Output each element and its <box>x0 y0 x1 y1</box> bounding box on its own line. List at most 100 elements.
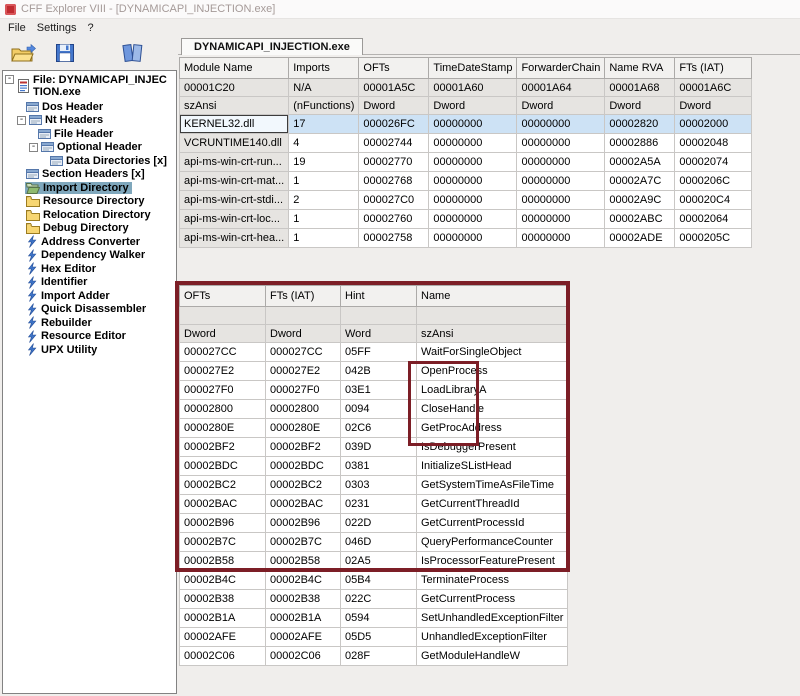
table-row-waitforsingleobject[interactable]: 000027CC000027CC05FFWaitForSingleObject <box>180 343 568 362</box>
cell[interactable]: 00000000 <box>517 229 605 248</box>
cell[interactable]: 17 <box>289 115 359 134</box>
tree-item-dependency-walker[interactable]: Dependency Walker <box>3 249 176 263</box>
cell[interactable]: 1 <box>289 229 359 248</box>
cell[interactable]: 00002B1A <box>266 609 341 628</box>
cell[interactable]: 00000000 <box>429 172 517 191</box>
cell[interactable]: 00000000 <box>517 153 605 172</box>
table-row-api-ms-win-crt-stdi[interactable]: api-ms-win-crt-stdi...2000027C0000000000… <box>180 191 752 210</box>
cell[interactable]: 000027F0 <box>266 381 341 400</box>
cell[interactable]: QueryPerformanceCounter <box>417 533 568 552</box>
cell[interactable]: 039D <box>341 438 417 457</box>
cell[interactable]: 00002BF2 <box>266 438 341 457</box>
cell[interactable]: LoadLibraryA <box>417 381 568 400</box>
cell[interactable]: GetCurrentProcess <box>417 590 568 609</box>
cell[interactable]: 042B <box>341 362 417 381</box>
tree-item-resource-directory[interactable]: Resource Directory <box>3 195 176 209</box>
cell[interactable]: 1 <box>289 172 359 191</box>
cell[interactable]: 00000000 <box>429 134 517 153</box>
cell[interactable]: 00002AFE <box>266 628 341 647</box>
tree-item-nt-headers[interactable]: -Nt Headers <box>3 114 176 128</box>
cell[interactable]: 02C6 <box>341 419 417 438</box>
cell[interactable]: 00000000 <box>429 191 517 210</box>
cell[interactable]: 00002768 <box>359 172 429 191</box>
cell[interactable]: 00002BC2 <box>266 476 341 495</box>
cell[interactable]: 00002BAC <box>266 495 341 514</box>
cell[interactable]: 00000000 <box>429 229 517 248</box>
cell[interactable]: 00002074 <box>675 153 752 172</box>
table-row-getmodulehandlew[interactable]: 00002C0600002C06028FGetModuleHandleW <box>180 647 568 666</box>
cell[interactable]: 05D5 <box>341 628 417 647</box>
cell[interactable]: UnhandledExceptionFilter <box>417 628 568 647</box>
cell[interactable]: 000026FC <box>359 115 429 134</box>
cell[interactable]: 022D <box>341 514 417 533</box>
cell[interactable]: api-ms-win-crt-run... <box>180 153 289 172</box>
table-row-vcruntime140-dll[interactable]: VCRUNTIME140.dll400002744000000000000000… <box>180 134 752 153</box>
table-row-getcurrentthreadid[interactable]: 00002BAC00002BAC0231GetCurrentThreadId <box>180 495 568 514</box>
cell[interactable]: 00002BDC <box>266 457 341 476</box>
cell[interactable]: GetModuleHandleW <box>417 647 568 666</box>
cell[interactable]: 000027CC <box>266 343 341 362</box>
cell[interactable]: 00000000 <box>429 153 517 172</box>
cell[interactable]: 03E1 <box>341 381 417 400</box>
tree-item-quick-disassembler[interactable]: Quick Disassembler <box>3 303 176 317</box>
table-row-closehandle[interactable]: 00002800000028000094CloseHandle <box>180 400 568 419</box>
table-row-api-ms-win-crt-run[interactable]: api-ms-win-crt-run...1900002770000000000… <box>180 153 752 172</box>
tree-item-identifier[interactable]: Identifier <box>3 276 176 290</box>
cell[interactable]: 000027E2 <box>266 362 341 381</box>
tree-item-upx-utility[interactable]: UPX Utility <box>3 343 176 357</box>
cell[interactable]: 00002B7C <box>266 533 341 552</box>
cell[interactable]: 00002064 <box>675 210 752 229</box>
cell[interactable]: 0000205C <box>675 229 752 248</box>
cell[interactable]: api-ms-win-crt-loc... <box>180 210 289 229</box>
table-row-getprocaddress[interactable]: 0000280E0000280E02C6GetProcAddress <box>180 419 568 438</box>
cell[interactable]: 00002ABC <box>605 210 675 229</box>
cell[interactable]: 0381 <box>341 457 417 476</box>
cell[interactable]: 00002B96 <box>266 514 341 533</box>
cell[interactable]: 000020C4 <box>675 191 752 210</box>
cell[interactable]: 0594 <box>341 609 417 628</box>
cell[interactable]: 19 <box>289 153 359 172</box>
cell[interactable]: 00002744 <box>359 134 429 153</box>
cell[interactable]: KERNEL32.dll <box>180 115 289 134</box>
cell[interactable]: 0000280E <box>180 419 266 438</box>
cell[interactable]: 0303 <box>341 476 417 495</box>
tree-item-file-header[interactable]: File Header <box>3 127 176 141</box>
cell[interactable]: 00002A9C <box>605 191 675 210</box>
cell[interactable]: api-ms-win-crt-stdi... <box>180 191 289 210</box>
cell[interactable]: OpenProcess <box>417 362 568 381</box>
cell[interactable]: GetProcAddress <box>417 419 568 438</box>
cell[interactable]: WaitForSingleObject <box>417 343 568 362</box>
tab-dynamicapi-injection-exe[interactable]: DYNAMICAPI_INJECTION.exe <box>181 38 363 55</box>
menu-settings[interactable]: Settings <box>37 22 77 34</box>
table-row-openprocess[interactable]: 000027E2000027E2042BOpenProcess <box>180 362 568 381</box>
tree-collapse-icon[interactable]: - <box>29 143 38 152</box>
table-row-api-ms-win-crt-mat[interactable]: api-ms-win-crt-mat...1000027680000000000… <box>180 172 752 191</box>
cell[interactable]: IsProcessorFeaturePresent <box>417 552 568 571</box>
cell[interactable]: 00002B4C <box>180 571 266 590</box>
cell[interactable]: 00002000 <box>675 115 752 134</box>
tree-item-dos-header[interactable]: Dos Header <box>3 100 176 114</box>
cell[interactable]: 00002B7C <box>180 533 266 552</box>
cell[interactable]: 05FF <box>341 343 417 362</box>
cell[interactable]: 05B4 <box>341 571 417 590</box>
menu-help[interactable]: ? <box>87 22 93 34</box>
tree-collapse-icon[interactable]: - <box>17 116 26 125</box>
cell[interactable]: 00002048 <box>675 134 752 153</box>
cell[interactable]: 00000000 <box>517 134 605 153</box>
cell[interactable]: 00002C06 <box>180 647 266 666</box>
cell[interactable]: 00002B38 <box>266 590 341 609</box>
cell[interactable]: SetUnhandledExceptionFilter <box>417 609 568 628</box>
cell[interactable]: 00002BDC <box>180 457 266 476</box>
tree-item-file-dynamicapi-injection-exe[interactable]: -File: DYNAMICAPI_INJECTION.exe <box>3 74 176 100</box>
tree-item-relocation-directory[interactable]: Relocation Directory <box>3 208 176 222</box>
cell[interactable]: 00002BAC <box>180 495 266 514</box>
tree-item-address-converter[interactable]: Address Converter <box>3 235 176 249</box>
cell[interactable]: 00000000 <box>429 210 517 229</box>
cell[interactable]: InitializeSListHead <box>417 457 568 476</box>
tree-collapse-icon[interactable]: - <box>5 75 14 84</box>
cell[interactable]: 00002B1A <box>180 609 266 628</box>
tree-item-debug-directory[interactable]: Debug Directory <box>3 222 176 236</box>
cell[interactable]: 00000000 <box>429 115 517 134</box>
cell[interactable]: 00002886 <box>605 134 675 153</box>
table-row-queryperformancecounter[interactable]: 00002B7C00002B7C046DQueryPerformanceCoun… <box>180 533 568 552</box>
